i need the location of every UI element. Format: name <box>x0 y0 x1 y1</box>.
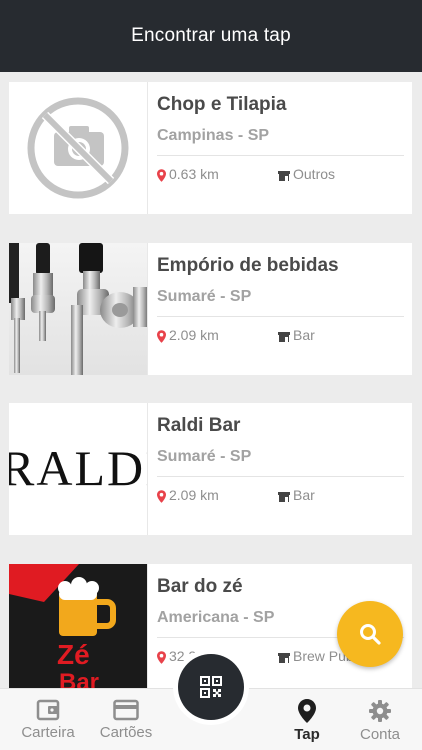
category-text: Outros <box>293 166 336 182</box>
card-icon <box>113 699 139 721</box>
venue-city: Sumaré - SP <box>157 288 252 305</box>
venue-card[interactable]: Empório de bebidas Sumaré - SP 2.09 km B… <box>9 243 412 375</box>
venue-image <box>9 243 148 375</box>
venue-name: Empório de bebidas <box>157 255 339 276</box>
nav-item-conta[interactable]: Conta <box>342 689 418 750</box>
ze-logo-text: Zé <box>57 639 90 670</box>
venue-distance: 2.09 km <box>157 487 278 503</box>
nav-label: Tap <box>294 726 320 743</box>
search-icon <box>360 624 381 645</box>
ze-bar-logo: Zé Bar <box>9 564 147 688</box>
raldi-logo-text: RALDI <box>9 440 148 496</box>
distance-text: 2.09 km <box>169 487 219 503</box>
location-pin-icon <box>157 490 166 503</box>
distance-text: 0.63 km <box>169 166 219 182</box>
gear-icon <box>369 700 391 722</box>
venue-category: Outros <box>278 166 335 182</box>
nav-item-carteira[interactable]: Carteira <box>10 689 86 750</box>
venue-card[interactable]: RALDI Raldi Bar Sumaré - SP 2.09 km Bar <box>9 403 412 535</box>
venue-city: Sumaré - SP <box>157 448 252 465</box>
wallet-icon <box>36 699 60 721</box>
shop-icon <box>278 331 290 342</box>
qr-code-icon <box>200 676 222 698</box>
venue-distance: 0.63 km <box>157 166 278 182</box>
distance-text: 2.09 km <box>169 327 219 343</box>
nav-label: Conta <box>359 726 401 743</box>
venue-image <box>9 82 148 214</box>
nav-item-tap[interactable]: Tap <box>269 689 345 750</box>
bar-logo-text: Bar <box>59 669 99 688</box>
location-pin-icon <box>157 169 166 182</box>
divider <box>157 476 404 477</box>
app-header: Encontrar uma tap <box>0 0 422 72</box>
venue-image: Zé Bar <box>9 564 148 688</box>
qr-scan-button[interactable] <box>178 654 244 720</box>
venue-image: RALDI <box>9 403 148 535</box>
venue-name: Raldi Bar <box>157 415 241 436</box>
map-pin-icon <box>298 699 316 723</box>
shop-icon <box>278 652 290 663</box>
venue-list[interactable]: Chop e Tilapia Campinas - SP 0.63 km Out… <box>0 72 422 688</box>
beer-taps-photo <box>9 243 147 375</box>
search-button[interactable] <box>337 601 403 667</box>
divider <box>157 316 404 317</box>
no-photo-icon <box>9 82 147 214</box>
category-text: Bar <box>293 327 315 343</box>
page-title: Encontrar uma tap <box>131 25 291 46</box>
venue-city: Campinas - SP <box>157 127 270 144</box>
venue-card[interactable]: Chop e Tilapia Campinas - SP 0.63 km Out… <box>9 82 412 214</box>
divider <box>157 155 404 156</box>
raldi-logo: RALDI <box>9 403 148 535</box>
nav-label: Carteira <box>21 724 75 741</box>
venue-name: Bar do zé <box>157 576 243 597</box>
venue-category: Bar <box>278 487 315 503</box>
shop-icon <box>278 170 290 181</box>
location-pin-icon <box>157 330 166 343</box>
venue-distance: 2.09 km <box>157 327 278 343</box>
location-pin-icon <box>157 651 166 664</box>
venue-category: Bar <box>278 327 315 343</box>
nav-label: Cartões <box>99 724 153 741</box>
shop-icon <box>278 491 290 502</box>
nav-item-cartoes[interactable]: Cartões <box>88 689 164 750</box>
category-text: Bar <box>293 487 315 503</box>
venue-name: Chop e Tilapia <box>157 94 287 115</box>
